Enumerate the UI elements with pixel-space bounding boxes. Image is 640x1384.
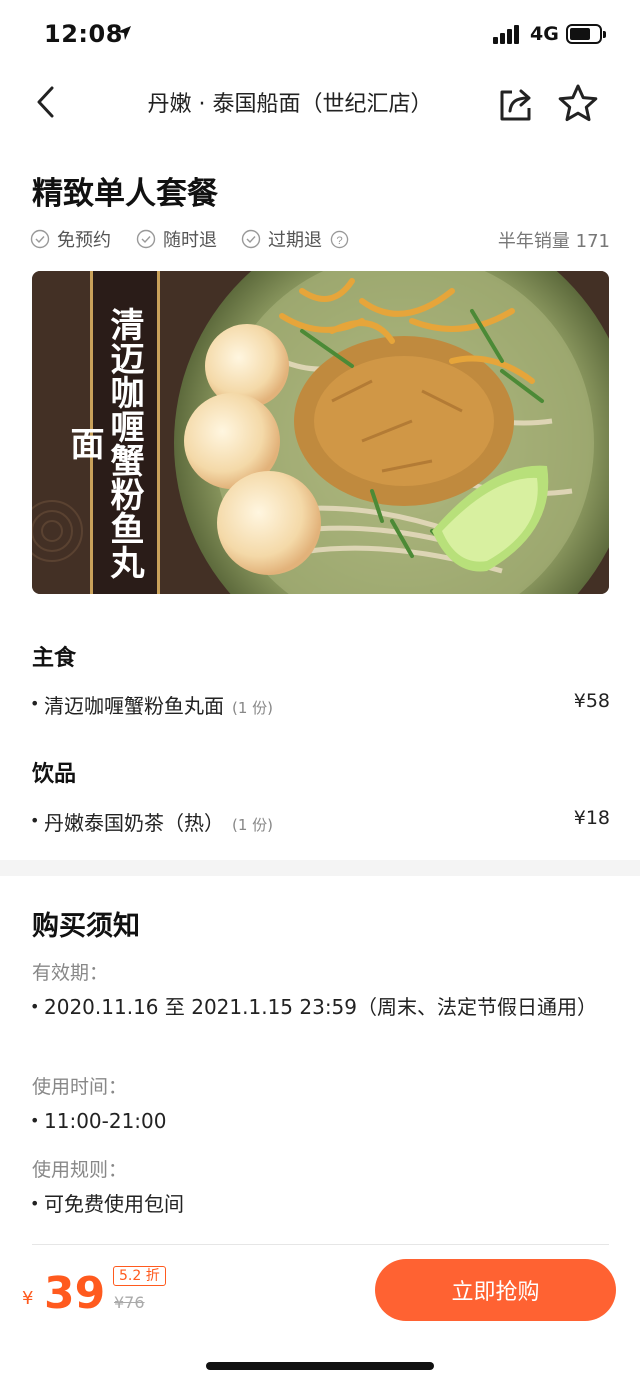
notice-title: 购买须知 [32, 911, 140, 942]
share-icon[interactable] [496, 84, 536, 124]
star-icon[interactable] [556, 82, 600, 126]
battery-icon [566, 24, 606, 44]
sales-count: 半年销量 171 [497, 231, 610, 252]
section-title-main: 主食 [32, 646, 77, 671]
network-label: 4G [530, 23, 559, 45]
dish-banner-text: 清迈咖喱蟹粉鱼丸面 [64, 306, 144, 579]
section-title-drink: 饮品 [32, 762, 77, 787]
nav-bar: 丹嫩 · 泰国船面（世纪汇店） [0, 70, 640, 136]
back-icon[interactable] [28, 82, 68, 122]
tags-row: 免预约 随时退 过期退 ? 半年销量 171 [30, 226, 610, 252]
question-circle-icon[interactable]: ? [330, 230, 349, 249]
menu-item: • 清迈咖喱蟹粉鱼丸面 (1 份) ¥58 [30, 690, 610, 718]
discount-badge: 5.2 折 [113, 1266, 166, 1286]
status-bar: 12:08 4G [0, 0, 640, 70]
usage-time-label: 使用时间： [32, 1076, 128, 1098]
svg-text:?: ? [336, 234, 342, 246]
tag-label: 随时退 [163, 230, 217, 251]
menu-item-qty: (1 份) [232, 699, 274, 717]
tag-label: 免预约 [57, 230, 111, 251]
home-indicator[interactable] [206, 1362, 434, 1370]
tag-label: 过期退 [268, 230, 322, 251]
current-price: 39 [44, 1268, 106, 1319]
menu-item-qty: (1 份) [232, 816, 274, 834]
deal-title: 精致单人套餐 [32, 176, 218, 212]
tag-no-reservation: 免预约 [30, 226, 111, 252]
check-circle-icon [30, 229, 50, 249]
usage-rules-label: 使用规则： [32, 1159, 128, 1181]
tag-refund-anytime: 随时退 [136, 226, 217, 252]
validity-value: • 2020.11.16 至 2021.1.15 23:59（周末、法定节假日通用… [30, 995, 598, 1019]
tag-expired-refund[interactable]: 过期退 ? [241, 226, 349, 252]
dish-image[interactable]: 清迈咖喱蟹粉鱼丸面 [32, 271, 609, 594]
menu-item-name: 丹嫩泰国奶茶（热） [44, 811, 224, 835]
usage-time-value: • 11:00-21:00 [30, 1109, 167, 1133]
buy-now-button[interactable]: 立即抢购 [375, 1259, 616, 1321]
check-circle-icon [241, 229, 261, 249]
usage-rules-value: • 可免费使用包间 [30, 1192, 184, 1216]
status-time: 12:08 [44, 20, 123, 48]
menu-item-price: ¥58 [573, 690, 610, 712]
section-divider [0, 860, 640, 876]
shop-title: 丹嫩 · 泰国船面（世纪汇店） [147, 92, 433, 117]
check-circle-icon [136, 229, 156, 249]
validity-label: 有效期： [32, 962, 109, 984]
menu-item: • 丹嫩泰国奶茶（热） (1 份) ¥18 [30, 807, 610, 835]
menu-item-price: ¥18 [573, 807, 610, 829]
price-area: ¥ 39 5.2 折 ¥76 [22, 1262, 322, 1322]
signal-icon [493, 24, 523, 44]
original-price: ¥76 [114, 1293, 145, 1312]
menu-item-name: 清迈咖喱蟹粉鱼丸面 [44, 694, 224, 718]
currency-symbol: ¥ [22, 1288, 34, 1309]
bottom-divider [32, 1244, 609, 1245]
location-arrow-icon [117, 26, 131, 40]
